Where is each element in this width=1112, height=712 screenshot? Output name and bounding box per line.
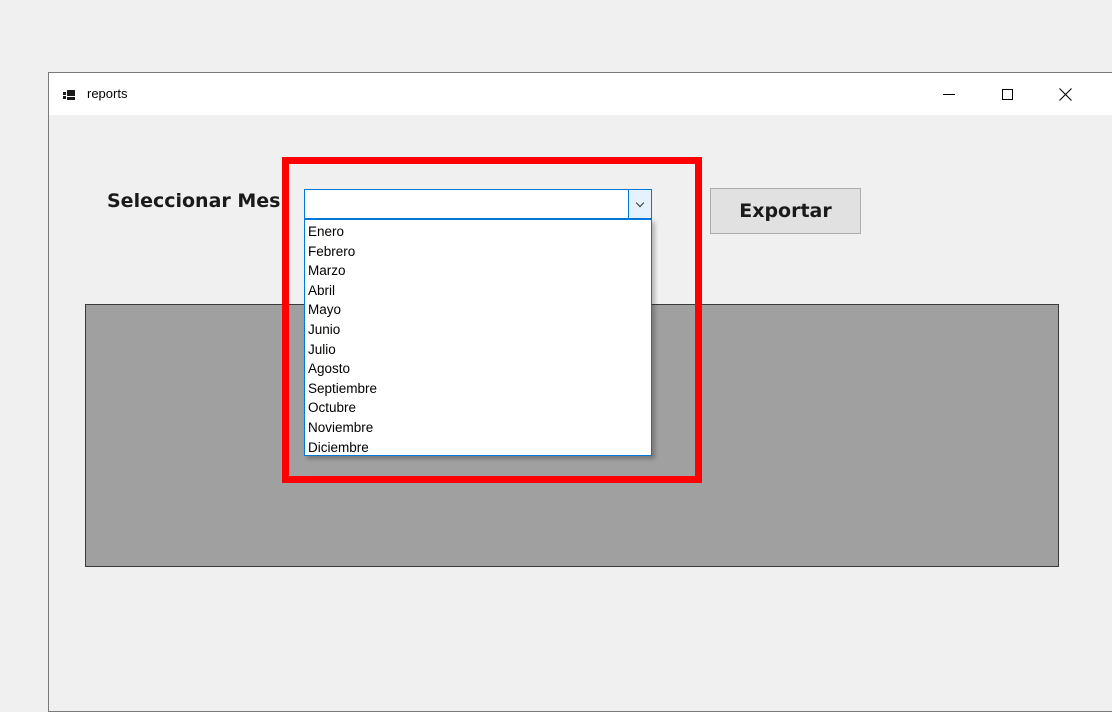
close-button[interactable] bbox=[1042, 73, 1088, 115]
combobox-dropdown-button[interactable] bbox=[628, 190, 651, 218]
dropdown-option[interactable]: Julio bbox=[305, 340, 651, 360]
dropdown-option[interactable]: Septiembre bbox=[305, 379, 651, 399]
export-button[interactable]: Exportar bbox=[710, 188, 861, 234]
dropdown-option[interactable]: Agosto bbox=[305, 359, 651, 379]
minimize-icon bbox=[943, 93, 955, 95]
maximize-button[interactable] bbox=[984, 73, 1030, 115]
dropdown-option[interactable]: Febrero bbox=[305, 242, 651, 262]
dropdown-option[interactable]: Diciembre bbox=[305, 438, 651, 458]
dropdown-option[interactable]: Enero bbox=[305, 222, 651, 242]
dropdown-option[interactable]: Marzo bbox=[305, 261, 651, 281]
dropdown-option[interactable]: Abril bbox=[305, 281, 651, 301]
window-title: reports bbox=[87, 86, 128, 101]
dropdown-option[interactable]: Junio bbox=[305, 320, 651, 340]
minimize-button[interactable] bbox=[926, 73, 972, 115]
chevron-down-icon bbox=[635, 198, 645, 207]
dropdown-option[interactable]: Octubre bbox=[305, 398, 651, 418]
month-dropdown-list[interactable]: Enero Febrero Marzo Abril Mayo Junio Jul… bbox=[304, 219, 652, 456]
dropdown-option[interactable]: Mayo bbox=[305, 300, 651, 320]
app-form-icon bbox=[63, 90, 75, 100]
maximize-icon bbox=[1001, 88, 1013, 100]
month-label: Seleccionar Mes bbox=[107, 190, 281, 212]
month-combobox[interactable] bbox=[304, 189, 652, 219]
dropdown-option[interactable]: Noviembre bbox=[305, 418, 651, 438]
reports-window: reports Seleccionar Mes Exportar Enero F… bbox=[48, 72, 1112, 712]
title-bar[interactable]: reports bbox=[49, 73, 1112, 115]
close-icon bbox=[1058, 87, 1072, 101]
